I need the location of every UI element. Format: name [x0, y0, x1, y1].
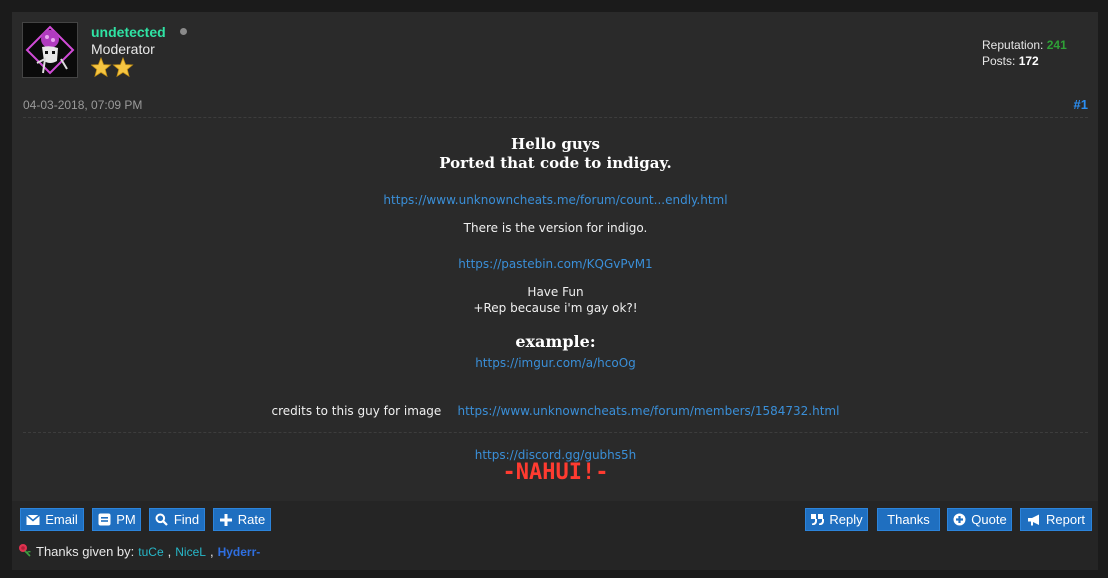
find-button[interactable]: Find: [149, 508, 205, 531]
envelope-icon: [26, 513, 41, 527]
thanks-button[interactable]: Thanks: [877, 508, 940, 531]
plus-icon: [219, 513, 233, 527]
quote-marks-icon: [810, 513, 824, 527]
member-profile-link[interactable]: https://www.unknowncheats.me/forum/membe…: [458, 404, 840, 418]
signature-divider: [23, 432, 1088, 433]
thanks-given-row: Thanks given by: tuCe , NiceL , Hyderr-: [18, 543, 260, 560]
thanks-given-label: Thanks given by:: [36, 544, 135, 559]
imgur-link[interactable]: https://imgur.com/a/hcoOg: [475, 356, 636, 370]
post-content: Hello guys Ported that code to indigay. …: [23, 12, 1088, 492]
bullhorn-icon: [1027, 513, 1041, 527]
plus-circle-icon: [952, 513, 966, 527]
rep-text: +Rep because i'm gay ok?!: [473, 301, 638, 315]
pm-label: PM: [116, 512, 136, 527]
example-heading: example:: [515, 332, 596, 351]
pastebin-link[interactable]: https://pastebin.com/KQGvPvM1: [458, 257, 652, 271]
search-icon: [155, 513, 169, 527]
email-label: Email: [45, 512, 78, 527]
email-button[interactable]: Email: [20, 508, 84, 531]
signature-tagline: -NAHUI!-: [502, 460, 609, 485]
thanks-user-hyderr[interactable]: Hyderr-: [218, 545, 261, 559]
find-label: Find: [173, 512, 200, 527]
thanks-separator: ,: [209, 544, 214, 559]
forum-post: undetected Moderator Reputation: 241 Pos…: [12, 12, 1098, 570]
thanks-user-nicel[interactable]: NiceL: [175, 545, 206, 559]
report-label: Report: [1045, 512, 1086, 527]
rate-label: Rate: [237, 512, 266, 527]
rose-icon: [18, 543, 32, 560]
post-title-line2: Ported that code to indigay.: [439, 154, 672, 172]
have-fun-text: Have Fun: [527, 285, 584, 299]
message-icon: [97, 513, 111, 527]
thanks-user-tuce[interactable]: tuCe: [138, 545, 163, 559]
post-title-line1: Hello guys: [511, 135, 600, 153]
count-thread-link[interactable]: https://www.unknowncheats.me/forum/count…: [383, 193, 727, 207]
reply-label: Reply: [829, 512, 863, 527]
rate-button[interactable]: Rate: [213, 508, 271, 531]
quote-label: Quote: [971, 512, 1007, 527]
quote-button[interactable]: Quote: [947, 508, 1012, 531]
reply-button[interactable]: Reply: [805, 508, 868, 531]
version-text: There is the version for indigo.: [463, 221, 648, 235]
credits-text: credits to this guy for image: [271, 404, 442, 418]
report-button[interactable]: Report: [1020, 508, 1092, 531]
thanks-separator: ,: [167, 544, 172, 559]
thanks-label: Thanks: [887, 512, 930, 527]
pm-button[interactable]: PM: [92, 508, 141, 531]
